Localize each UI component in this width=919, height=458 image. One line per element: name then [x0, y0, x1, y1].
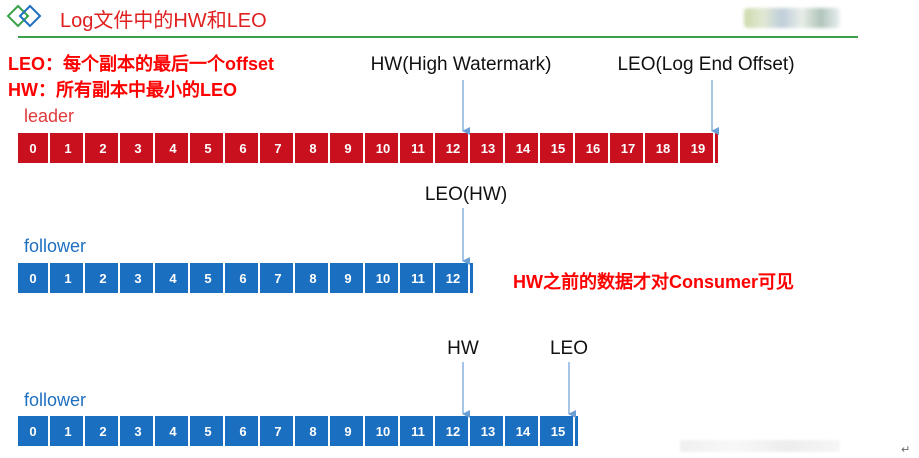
paragraph-return-mark: ↵ — [901, 444, 911, 456]
marker-arrows — [462, 80, 719, 418]
faint-watermark — [680, 440, 840, 452]
